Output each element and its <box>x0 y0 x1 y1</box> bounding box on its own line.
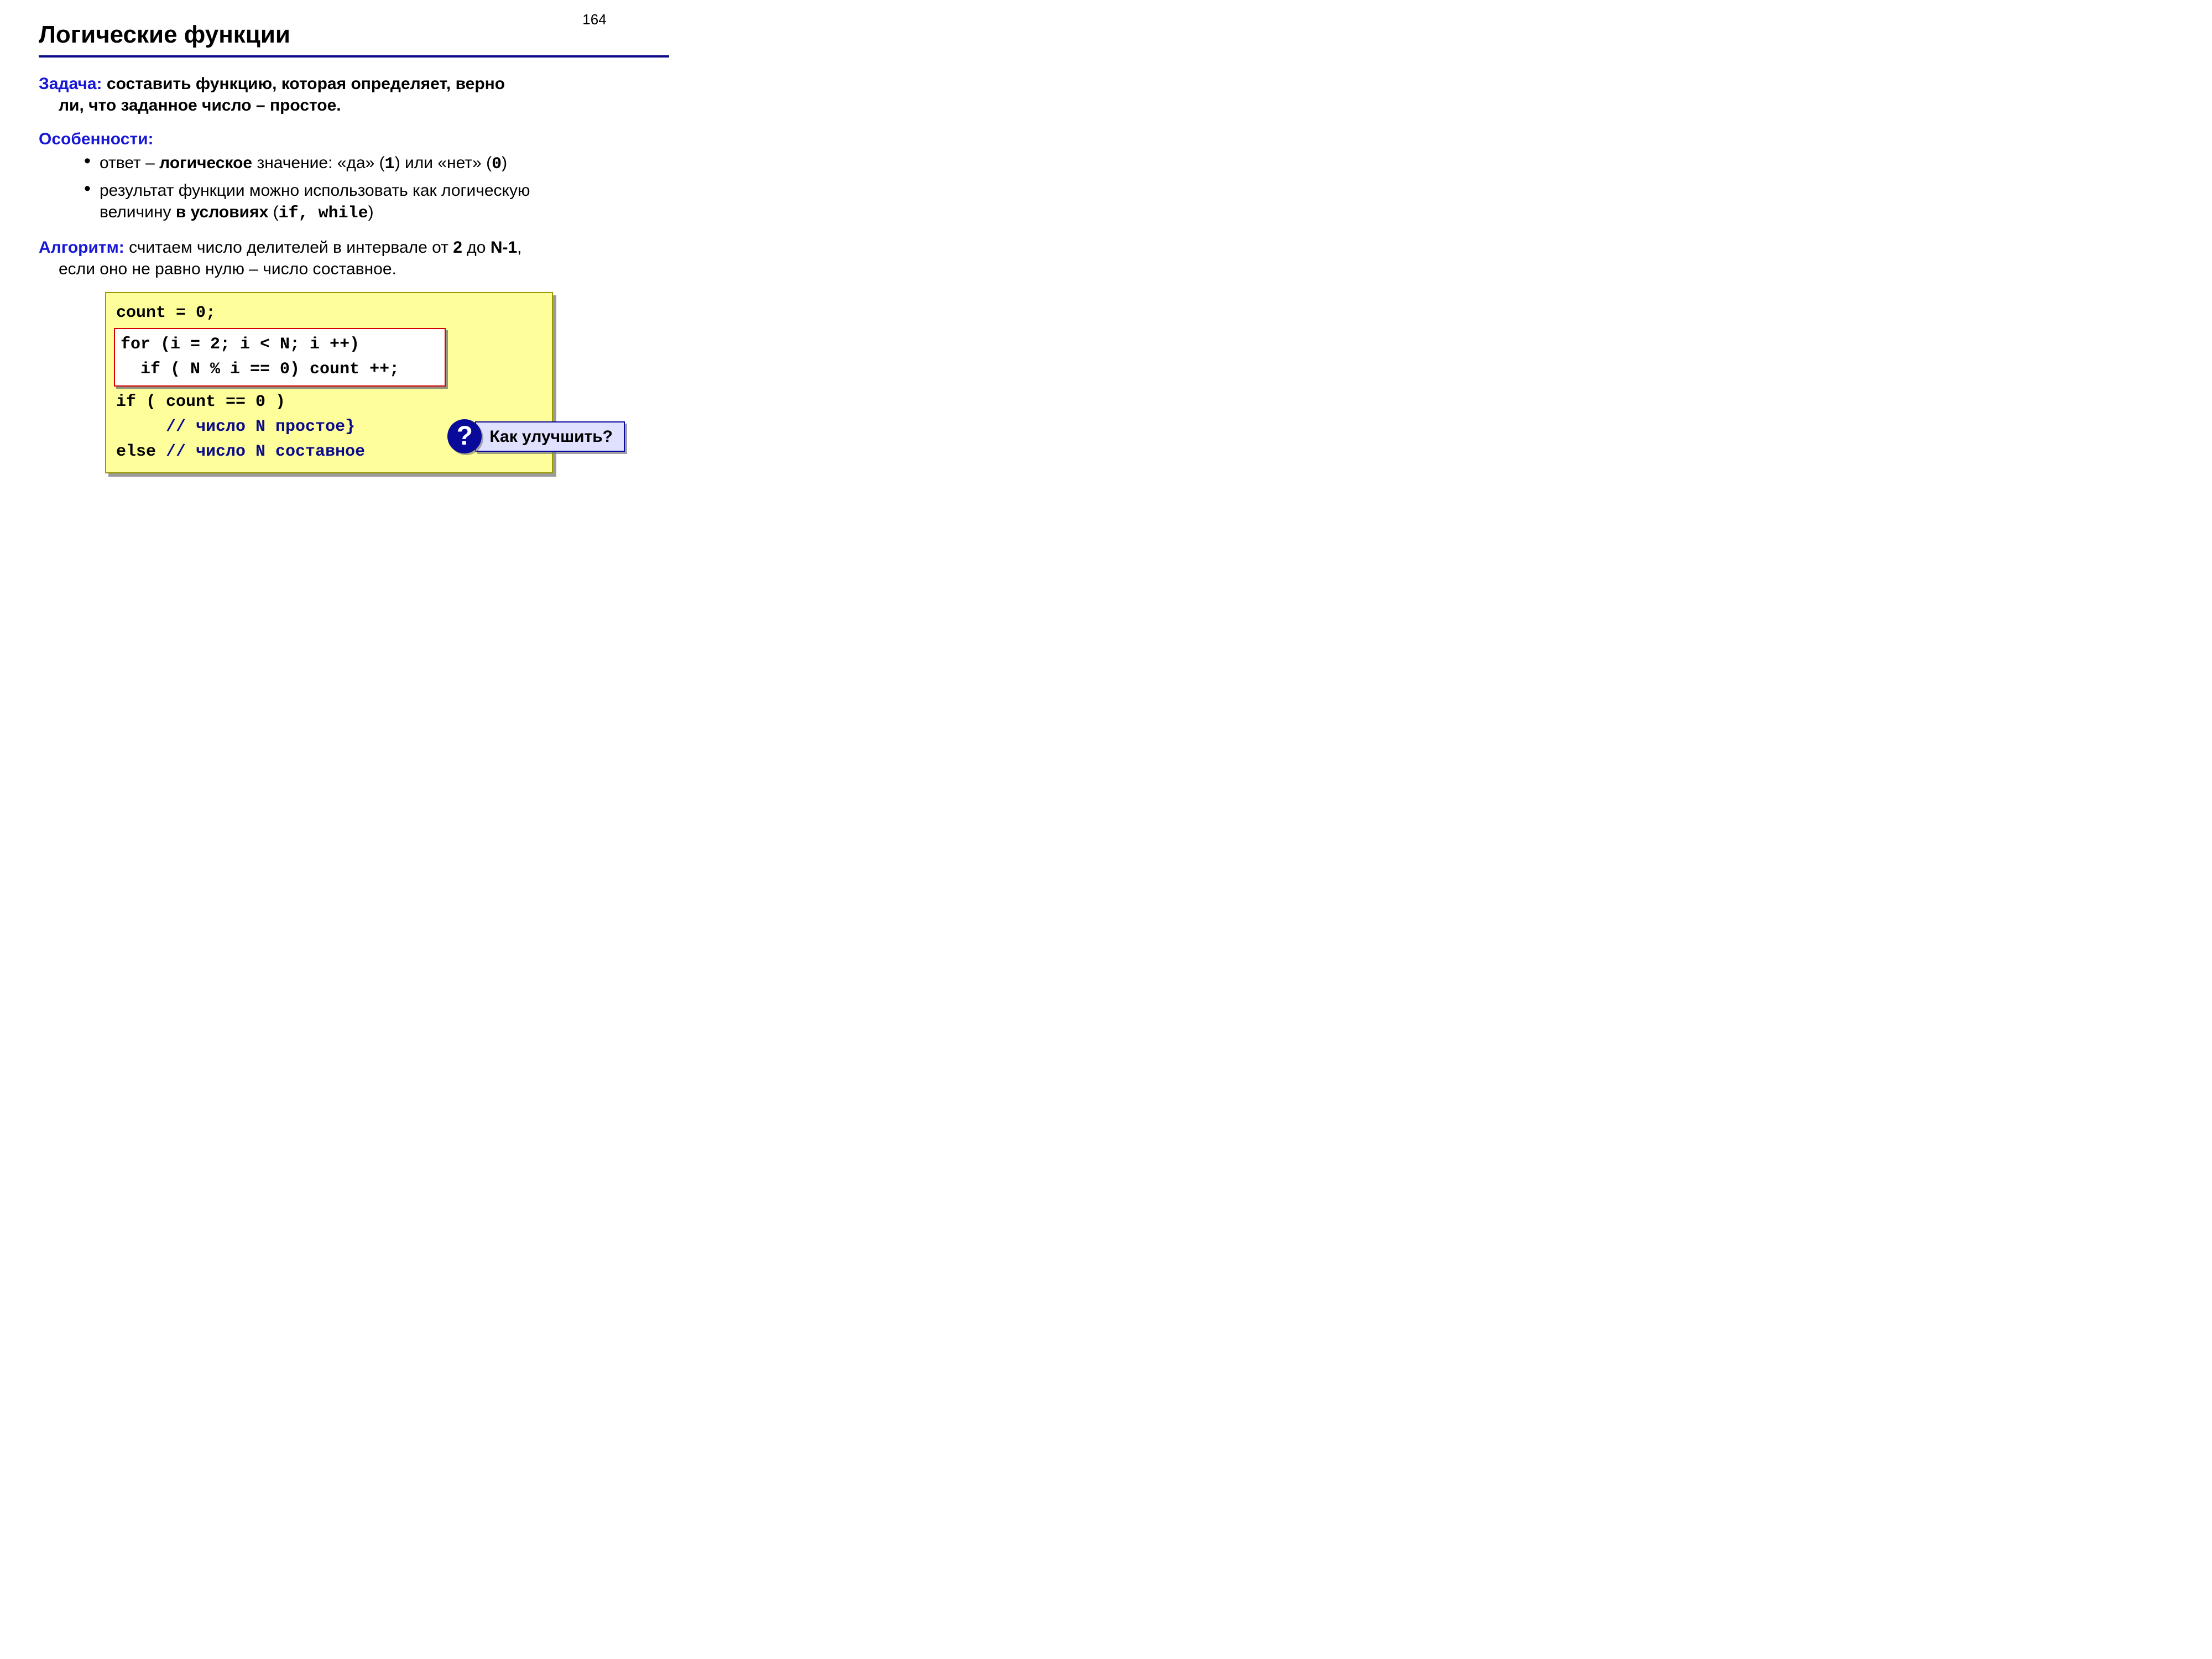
alg-t2: до <box>462 238 491 257</box>
task-label: Задача: <box>39 75 102 93</box>
callout-text: Как улучшить? <box>475 421 625 452</box>
code-line-2: for (i = 2; i < N; i ++) <box>121 332 439 357</box>
task-text-line2: ли, что заданное число – простое. <box>59 96 341 114</box>
f2-line1: результат функции можно использовать как… <box>100 181 530 200</box>
code-line-3: if ( N % i == 0) count ++; <box>121 357 439 382</box>
slide: 164 Логические функции Задача: составить… <box>0 0 708 531</box>
f1-bold: логическое <box>159 154 252 172</box>
task-paragraph: Задача: составить функцию, которая опред… <box>39 73 669 116</box>
code-block-wrap: count = 0; for (i = 2; i < N; i ++) if (… <box>105 292 553 473</box>
f1-end: ) <box>502 154 507 172</box>
f1-mono1: 1 <box>385 155 395 174</box>
f2-paren-close: ) <box>368 203 374 221</box>
code-line-4: if ( count == 0 ) <box>116 390 542 415</box>
f2-paren-open: ( <box>268 203 278 221</box>
callout: ? Как улучшить? <box>447 419 625 453</box>
code-highlight-frame: for (i = 2; i < N; i ++) if ( N % i == 0… <box>114 328 446 387</box>
alg-t1: считаем число делителей в интервале от <box>124 238 453 257</box>
f1-post: значение: «да» ( <box>252 154 385 172</box>
code-line-1: count = 0; <box>116 301 542 326</box>
alg-b1: 2 <box>453 238 462 257</box>
f2-pre: величину <box>100 203 176 221</box>
f1-mid: ) или «нет» ( <box>395 154 492 172</box>
f2-bold: в условиях <box>176 203 268 221</box>
code-l5-indent <box>116 418 166 436</box>
title-underline <box>39 55 669 58</box>
alg-t3: , <box>517 238 521 257</box>
alg-t4: если оно не равно нулю – число составное… <box>59 260 397 278</box>
algorithm-label: Алгоритм: <box>39 238 124 257</box>
feature-item-1: ответ – логическое значение: «да» (1) ил… <box>100 152 669 175</box>
features-label: Особенности: <box>39 130 154 148</box>
page-number: 164 <box>481 11 708 28</box>
code-l6-comment: // число N составное <box>166 442 365 461</box>
code-l5-comment: // число N простое} <box>166 418 355 436</box>
task-text-line1: составить функцию, которая определяет, в… <box>102 75 505 93</box>
code-l6-else: else <box>116 442 166 461</box>
features-label-line: Особенности: <box>39 128 669 150</box>
f1-pre: ответ – <box>100 154 159 172</box>
f2-mono: if, while <box>279 204 368 223</box>
f1-mono2: 0 <box>492 155 502 174</box>
feature-item-2: результат функции можно использовать как… <box>100 180 669 225</box>
question-mark-icon: ? <box>447 419 482 453</box>
alg-b2: N-1 <box>491 238 517 257</box>
slide-body: Задача: составить функцию, которая опред… <box>39 73 669 473</box>
algorithm-paragraph: Алгоритм: считаем число делителей в инте… <box>39 237 669 280</box>
features-list: ответ – логическое значение: «да» (1) ил… <box>39 152 669 225</box>
